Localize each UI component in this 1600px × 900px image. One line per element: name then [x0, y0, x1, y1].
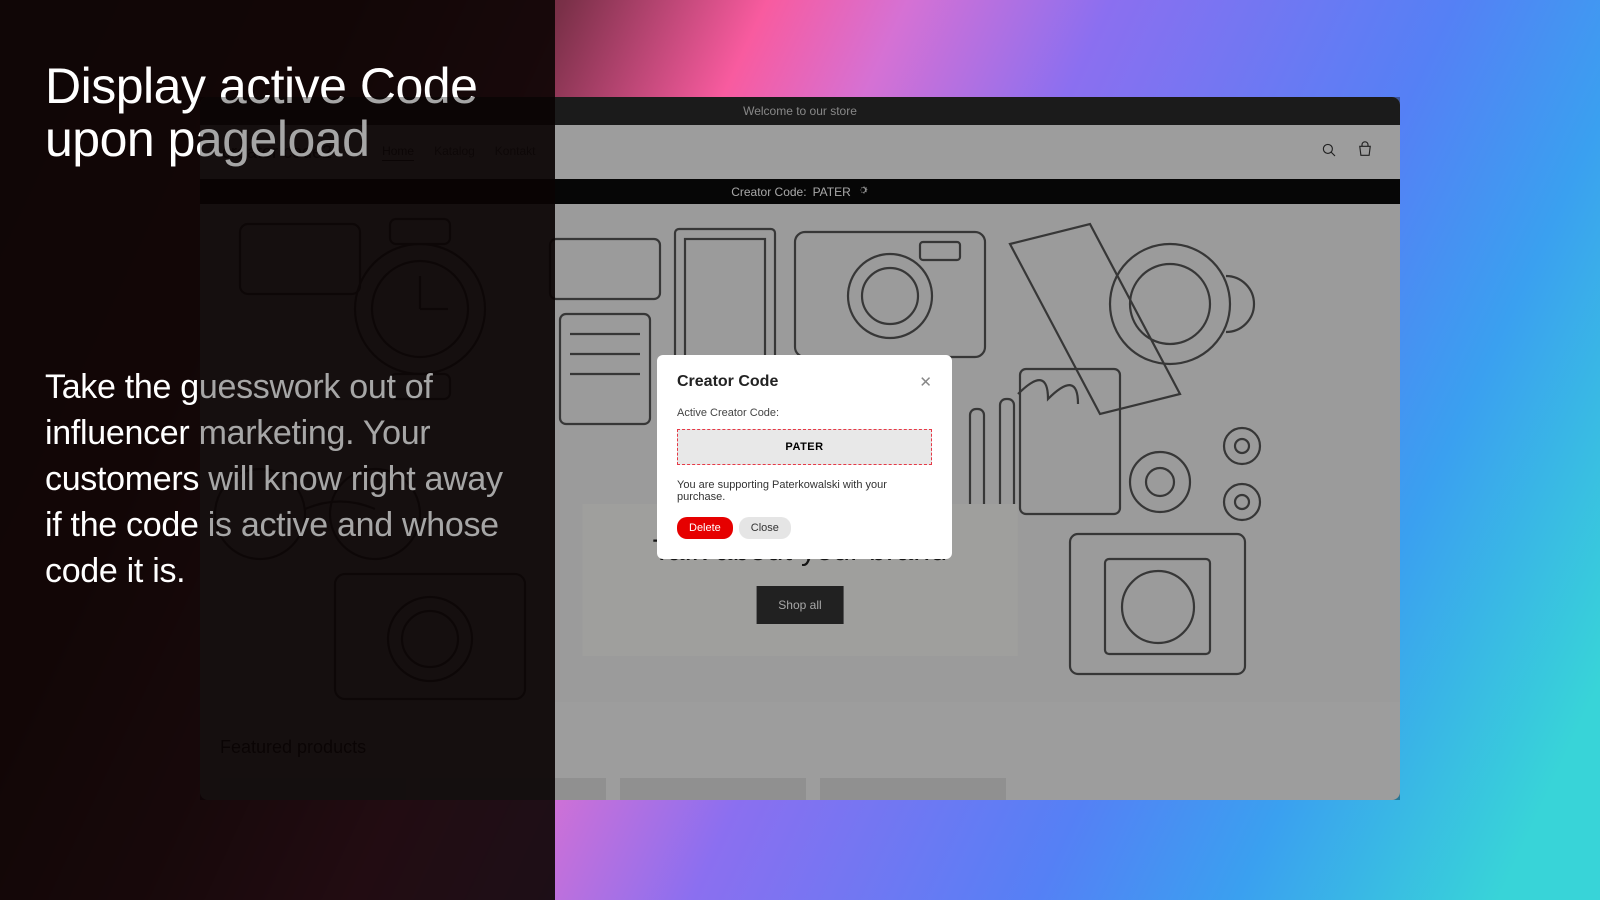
modal-title: Creator Code — [677, 373, 778, 391]
modal-support-text: You are supporting Paterkowalski with yo… — [677, 479, 932, 503]
creator-code-modal: Creator Code ✕ Active Creator Code: PATE… — [657, 355, 952, 559]
active-code-display: PATER — [677, 429, 932, 465]
delete-button[interactable]: Delete — [677, 517, 733, 539]
modal-label: Active Creator Code: — [677, 407, 932, 419]
close-icon[interactable]: ✕ — [919, 375, 932, 390]
close-button[interactable]: Close — [739, 517, 791, 539]
